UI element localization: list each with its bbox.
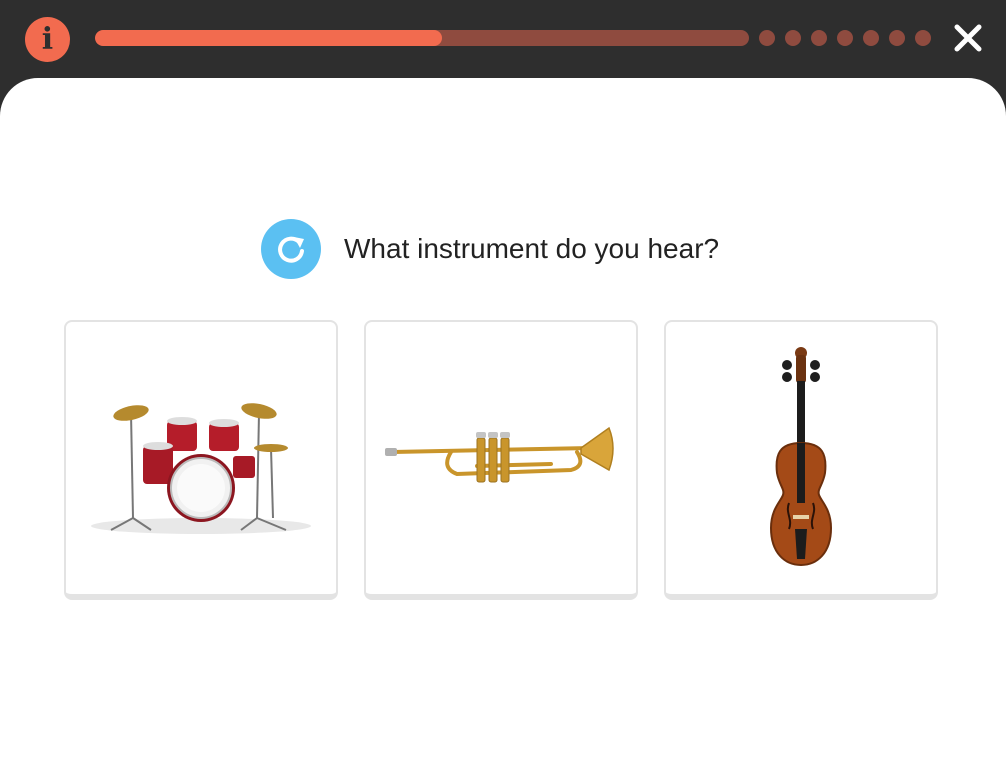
drum-kit-image bbox=[91, 403, 311, 534]
remaining-steps bbox=[759, 30, 931, 46]
trumpet-image bbox=[385, 426, 614, 483]
progress-bar bbox=[95, 30, 749, 46]
question-panel: What instrument do you hear? bbox=[0, 78, 1006, 765]
trumpet-option[interactable] bbox=[364, 320, 638, 600]
violin-image bbox=[769, 347, 833, 567]
progress-bar-fill bbox=[95, 30, 442, 46]
step-dot bbox=[785, 30, 801, 46]
step-dot bbox=[837, 30, 853, 46]
question-row: What instrument do you hear? bbox=[261, 219, 719, 279]
step-dot bbox=[863, 30, 879, 46]
close-button[interactable] bbox=[950, 20, 986, 56]
step-dot bbox=[915, 30, 931, 46]
step-dot bbox=[759, 30, 775, 46]
info-button[interactable]: i bbox=[25, 17, 70, 62]
replay-audio-button[interactable] bbox=[261, 219, 321, 279]
step-dot bbox=[889, 30, 905, 46]
step-dot bbox=[811, 30, 827, 46]
replay-icon bbox=[278, 236, 304, 263]
top-bar: i bbox=[0, 0, 1006, 80]
drum-kit-option[interactable] bbox=[64, 320, 338, 600]
violin-option[interactable] bbox=[664, 320, 938, 600]
info-icon: i bbox=[41, 21, 54, 57]
question-text: What instrument do you hear? bbox=[344, 233, 720, 264]
close-icon bbox=[954, 24, 982, 52]
